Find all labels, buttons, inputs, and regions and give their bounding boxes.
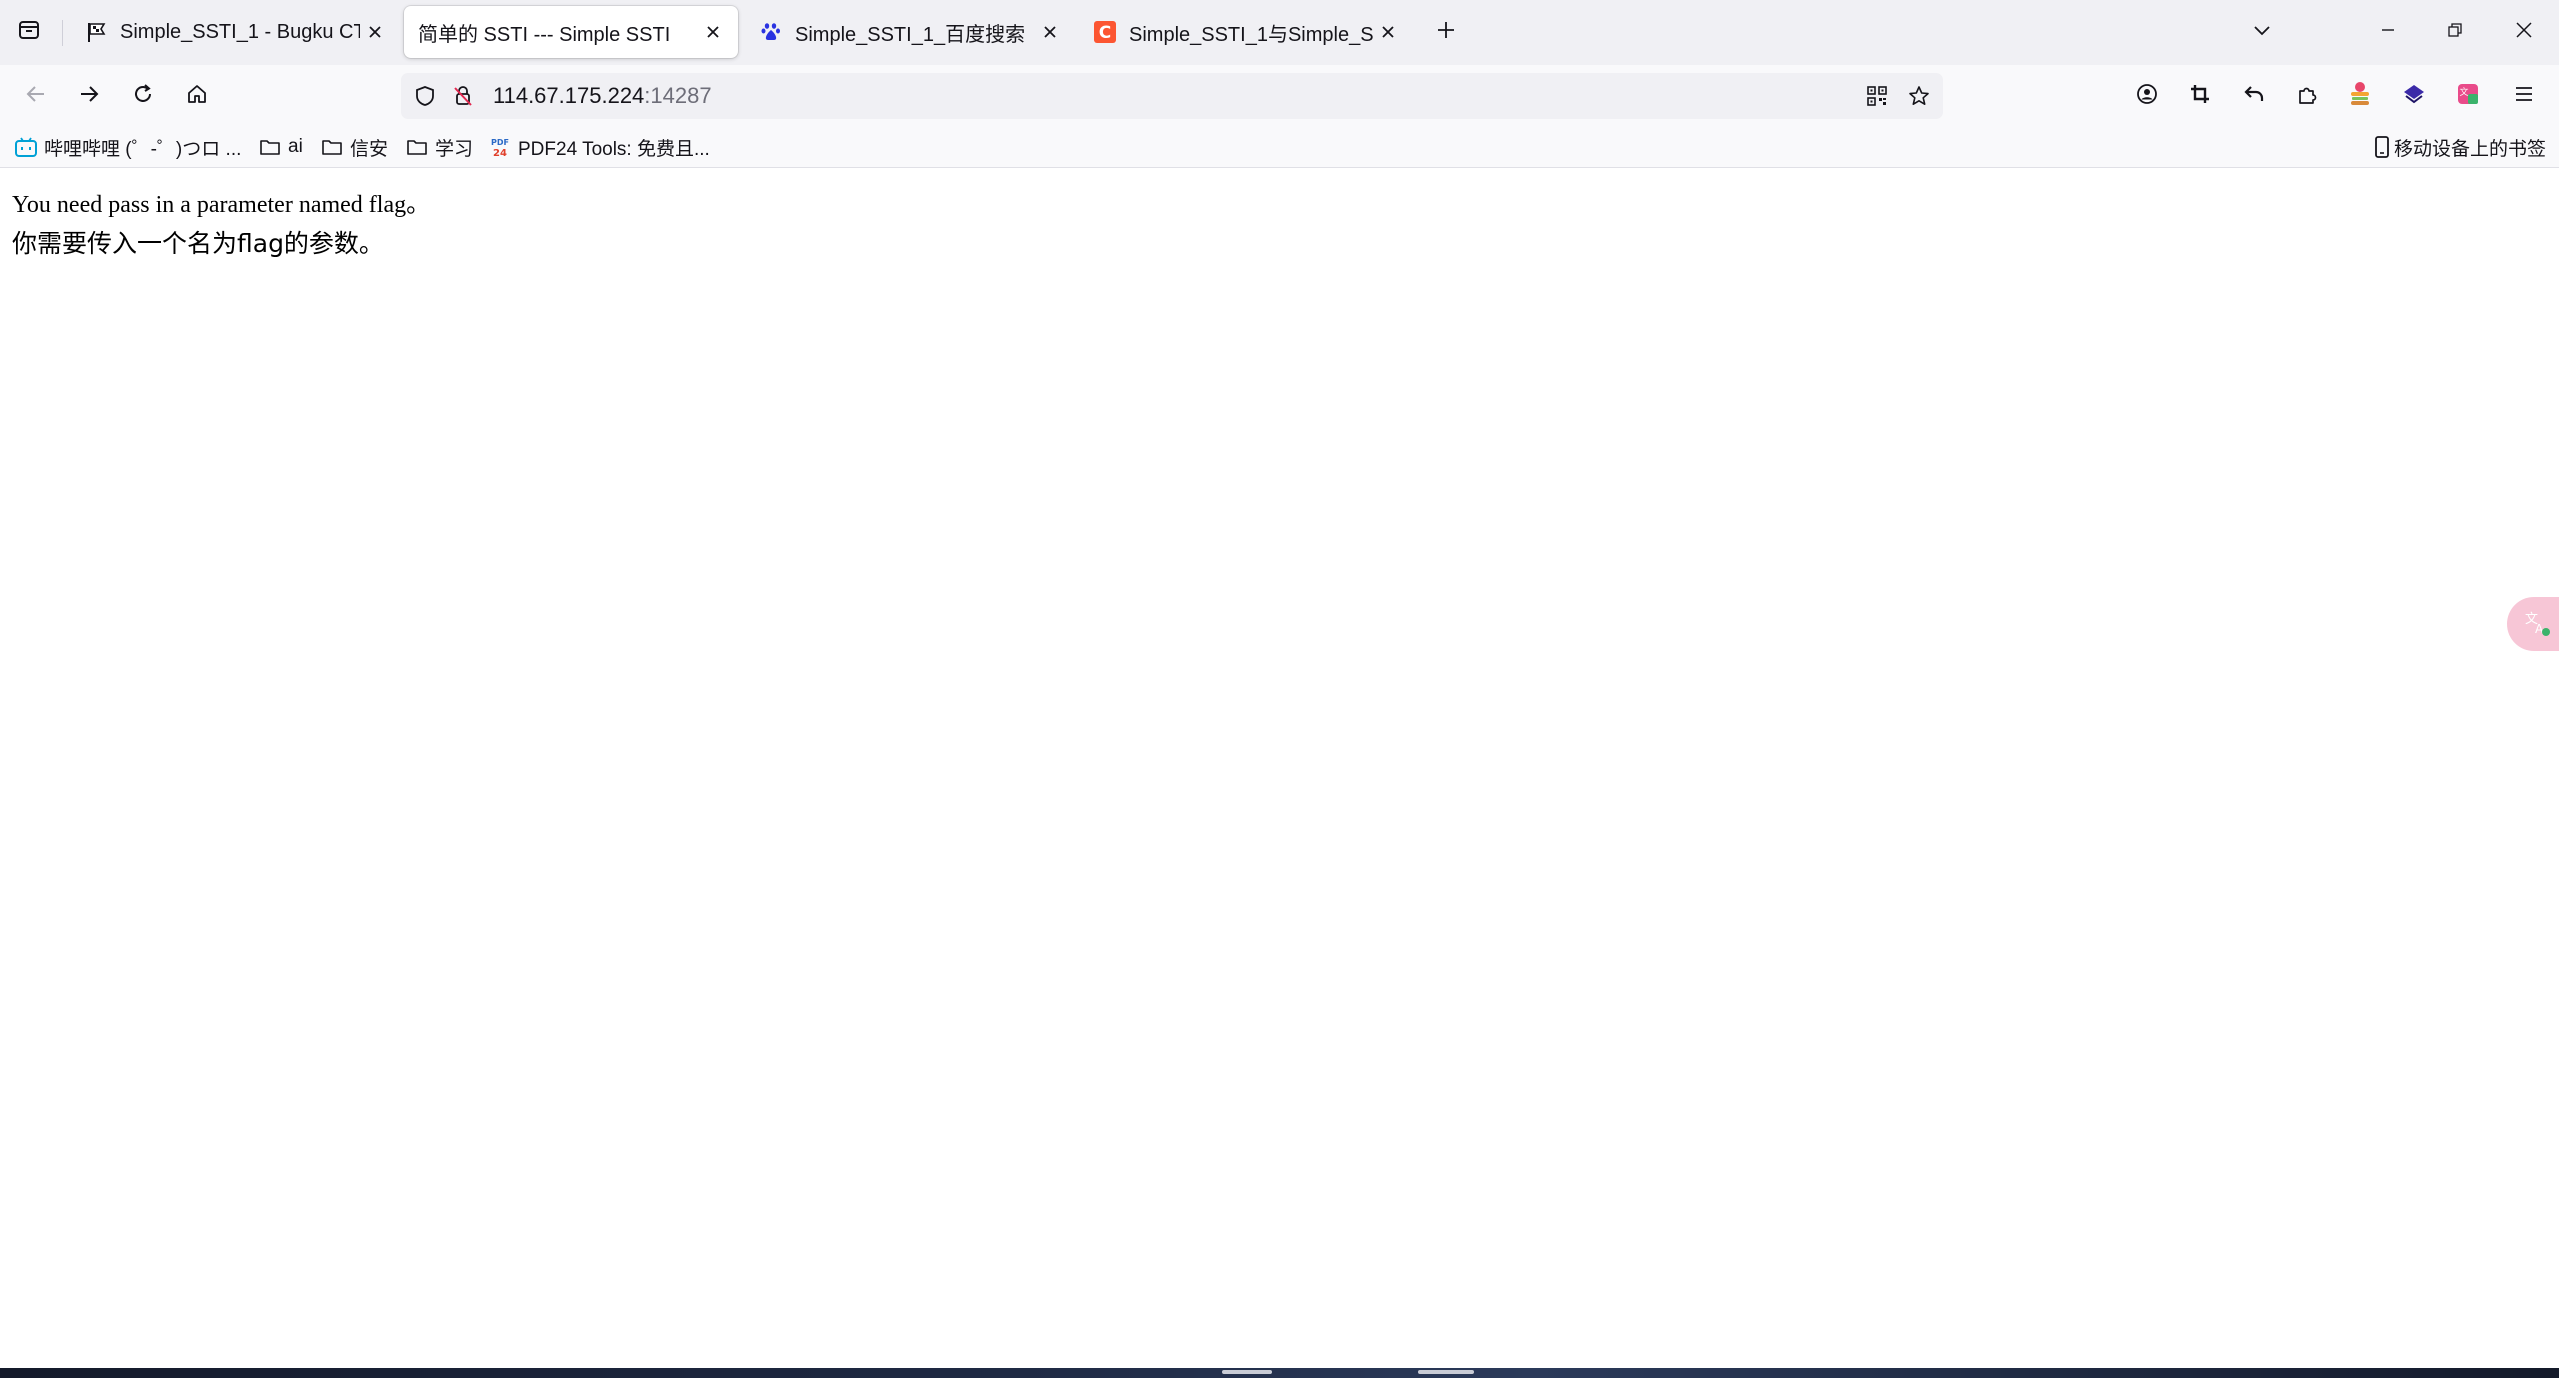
undo-close-button[interactable]: [2232, 74, 2276, 118]
new-tab-button[interactable]: [1426, 12, 1466, 52]
extension-button-1[interactable]: [2338, 74, 2382, 118]
tab-separator: [62, 20, 63, 46]
crop-icon: [2189, 83, 2211, 110]
bilibili-icon: [14, 135, 38, 159]
firefox-view-icon: [18, 19, 40, 46]
arrow-left-icon: [25, 83, 47, 110]
close-icon: [2515, 21, 2533, 44]
bookmark-label: 哔哩哔哩 (゜-゜)つロ ...: [44, 138, 242, 160]
reload-button[interactable]: [121, 74, 165, 118]
restore-icon: [2447, 22, 2463, 43]
message-english: You need pass in a parameter named flag。: [12, 192, 431, 218]
app-menu-button[interactable]: [2502, 74, 2546, 118]
extension-button-2[interactable]: [2392, 74, 2436, 118]
tab-bugku[interactable]: Simple_SSTI_1 - Bugku CTF: [66, 6, 400, 58]
bookmarks-toolbar: 哔哩哔哩 (゜-゜)つロ ... ai 信安 学习 PDF 24 PDF24 To…: [0, 127, 2559, 168]
chevron-down-icon: [2252, 20, 2272, 45]
os-taskbar-edge: [0, 1368, 2559, 1378]
bookmark-folder-xinan[interactable]: 信安: [320, 132, 388, 162]
forward-button[interactable]: [67, 74, 111, 118]
minimize-button[interactable]: [2358, 8, 2418, 56]
mobile-bookmarks[interactable]: 移动设备上的书签: [2374, 132, 2546, 162]
firefox-view-button[interactable]: [9, 12, 49, 52]
svg-text:文: 文: [2459, 86, 2468, 98]
bookmark-bilibili[interactable]: 哔哩哔哩 (゜-゜)つロ ...: [14, 132, 241, 162]
csdn-c-icon: C: [1093, 20, 1117, 44]
tab-strip: Simple_SSTI_1 - Bugku CTF 简单的 SSTI --- S…: [0, 0, 2559, 65]
tab-simple-ssti[interactable]: 简单的 SSTI --- Simple SSTI: [404, 6, 738, 58]
translate-extension-icon: 文: [2456, 82, 2480, 111]
tab-title: Simple_SSTI_1_百度搜索: [795, 23, 1026, 46]
tab-title: Simple_SSTI_1与Simple_SSTI: [1129, 23, 1373, 46]
window-close-button[interactable]: [2494, 8, 2554, 56]
extension-button-3[interactable]: 文: [2446, 74, 2490, 118]
hamburger-food-icon: [2347, 81, 2373, 112]
svg-text:PDF: PDF: [491, 138, 509, 147]
taskbar-indicator: [1418, 1370, 1474, 1374]
taskbar-indicator: [1222, 1370, 1272, 1374]
baidu-paw-icon: [759, 20, 783, 44]
folder-icon: [320, 135, 344, 159]
navigation-toolbar: 114.67.175.224:14287 文: [0, 65, 2559, 127]
url-text[interactable]: 114.67.175.224:14287: [493, 84, 712, 108]
back-button[interactable]: [14, 74, 58, 118]
bookmark-star-icon[interactable]: [1905, 82, 1933, 110]
extensions-button[interactable]: [2285, 74, 2329, 118]
bookmark-pdf24[interactable]: PDF 24 PDF24 Tools: 免费且...: [488, 132, 710, 162]
insecure-lock-icon[interactable]: [449, 82, 477, 110]
floating-translate-button[interactable]: 文A: [2507, 597, 2559, 651]
address-bar[interactable]: 114.67.175.224:14287: [401, 73, 1943, 119]
restore-button[interactable]: [2425, 8, 2485, 56]
qr-code-icon[interactable]: [1863, 82, 1891, 110]
puzzle-icon: [2296, 83, 2318, 110]
hamburger-menu-icon: [2514, 84, 2534, 109]
bookmark-label: ai: [288, 136, 303, 157]
undo-arrow-icon: [2243, 83, 2265, 110]
tab-baidu-search[interactable]: Simple_SSTI_1_百度搜索: [741, 6, 1075, 58]
bookmark-folder-xuexi[interactable]: 学习: [405, 132, 473, 162]
mobile-bookmarks-label: 移动设备上的书签: [2394, 138, 2547, 160]
mobile-device-icon: [2374, 135, 2390, 159]
reload-icon: [132, 83, 154, 110]
translate-icon: 文A: [2521, 607, 2551, 642]
home-icon: [186, 83, 208, 110]
svg-text:C: C: [1099, 23, 1111, 43]
minimize-icon: [2380, 22, 2396, 43]
folder-icon: [405, 135, 429, 159]
close-icon[interactable]: [360, 17, 390, 47]
account-button[interactable]: [2125, 74, 2169, 118]
url-port: :14287: [644, 83, 712, 108]
flag-icon: [84, 20, 108, 44]
pdf24-icon: PDF 24: [488, 135, 512, 159]
tab-title: 简单的 SSTI --- Simple SSTI: [418, 23, 671, 46]
plus-icon: [1436, 20, 1456, 45]
message-chinese: 你需要传入一个名为flag的参数。: [12, 229, 384, 258]
tab-csdn[interactable]: C Simple_SSTI_1与Simple_SSTI: [1079, 6, 1413, 58]
tab-title: Simple_SSTI_1 - Bugku CTF: [120, 20, 360, 43]
page-content: You need pass in a parameter named flag。…: [0, 168, 2559, 1368]
close-icon[interactable]: [698, 17, 728, 47]
close-icon[interactable]: [1035, 17, 1065, 47]
screenshot-button[interactable]: [2178, 74, 2222, 118]
arrow-right-icon: [78, 83, 100, 110]
layers-diamond-icon: [2402, 82, 2426, 111]
list-all-tabs-button[interactable]: [2242, 12, 2282, 52]
bookmark-label: 信安: [350, 138, 389, 160]
svg-text:24: 24: [493, 148, 507, 159]
folder-icon: [258, 135, 282, 159]
bookmark-label: 学习: [435, 138, 474, 160]
bookmark-folder-ai[interactable]: ai: [258, 132, 303, 162]
close-icon[interactable]: [1373, 17, 1403, 47]
account-icon: [2136, 83, 2158, 110]
bookmark-label: PDF24 Tools: 免费且...: [518, 138, 710, 160]
url-host: 114.67.175.224: [493, 83, 645, 108]
home-button[interactable]: [175, 74, 219, 118]
tracking-shield-icon[interactable]: [411, 82, 439, 110]
